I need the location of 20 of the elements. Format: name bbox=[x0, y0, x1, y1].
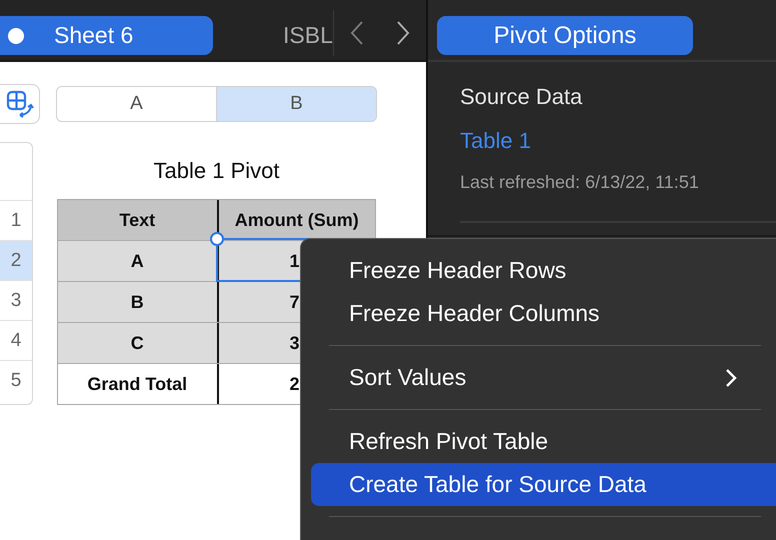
section-title: Source Data bbox=[460, 84, 584, 111]
source-link[interactable]: Table 1 bbox=[460, 128, 531, 154]
table-cell: B bbox=[58, 282, 216, 322]
header-cell: Amount (Sum) bbox=[216, 200, 375, 240]
chevron-right-icon bbox=[725, 368, 737, 388]
table-cell: A bbox=[58, 241, 216, 281]
dot-icon bbox=[8, 28, 24, 44]
last-refreshed-text: Last refreshed: 6/13/22, 11:51 bbox=[460, 172, 700, 193]
menu-item[interactable]: Refresh Pivot Table bbox=[311, 420, 776, 463]
menu-item[interactable]: Create Table for Source Data bbox=[311, 463, 776, 506]
header-cell: Text bbox=[58, 200, 216, 240]
row-header[interactable]: 5 bbox=[0, 360, 32, 400]
sheet-tab[interactable]: ISBL bbox=[283, 16, 333, 55]
sheet-tab[interactable]: Sheet 6 bbox=[0, 16, 213, 55]
row-header[interactable]: 2 bbox=[0, 240, 32, 280]
table-cell: C bbox=[58, 323, 216, 363]
inspector-tab[interactable]: Pivot Options bbox=[437, 16, 693, 55]
column-header[interactable]: B bbox=[216, 87, 376, 121]
table-grid-icon[interactable] bbox=[0, 84, 40, 124]
table-title: Table 1 Pivot bbox=[152, 156, 280, 184]
